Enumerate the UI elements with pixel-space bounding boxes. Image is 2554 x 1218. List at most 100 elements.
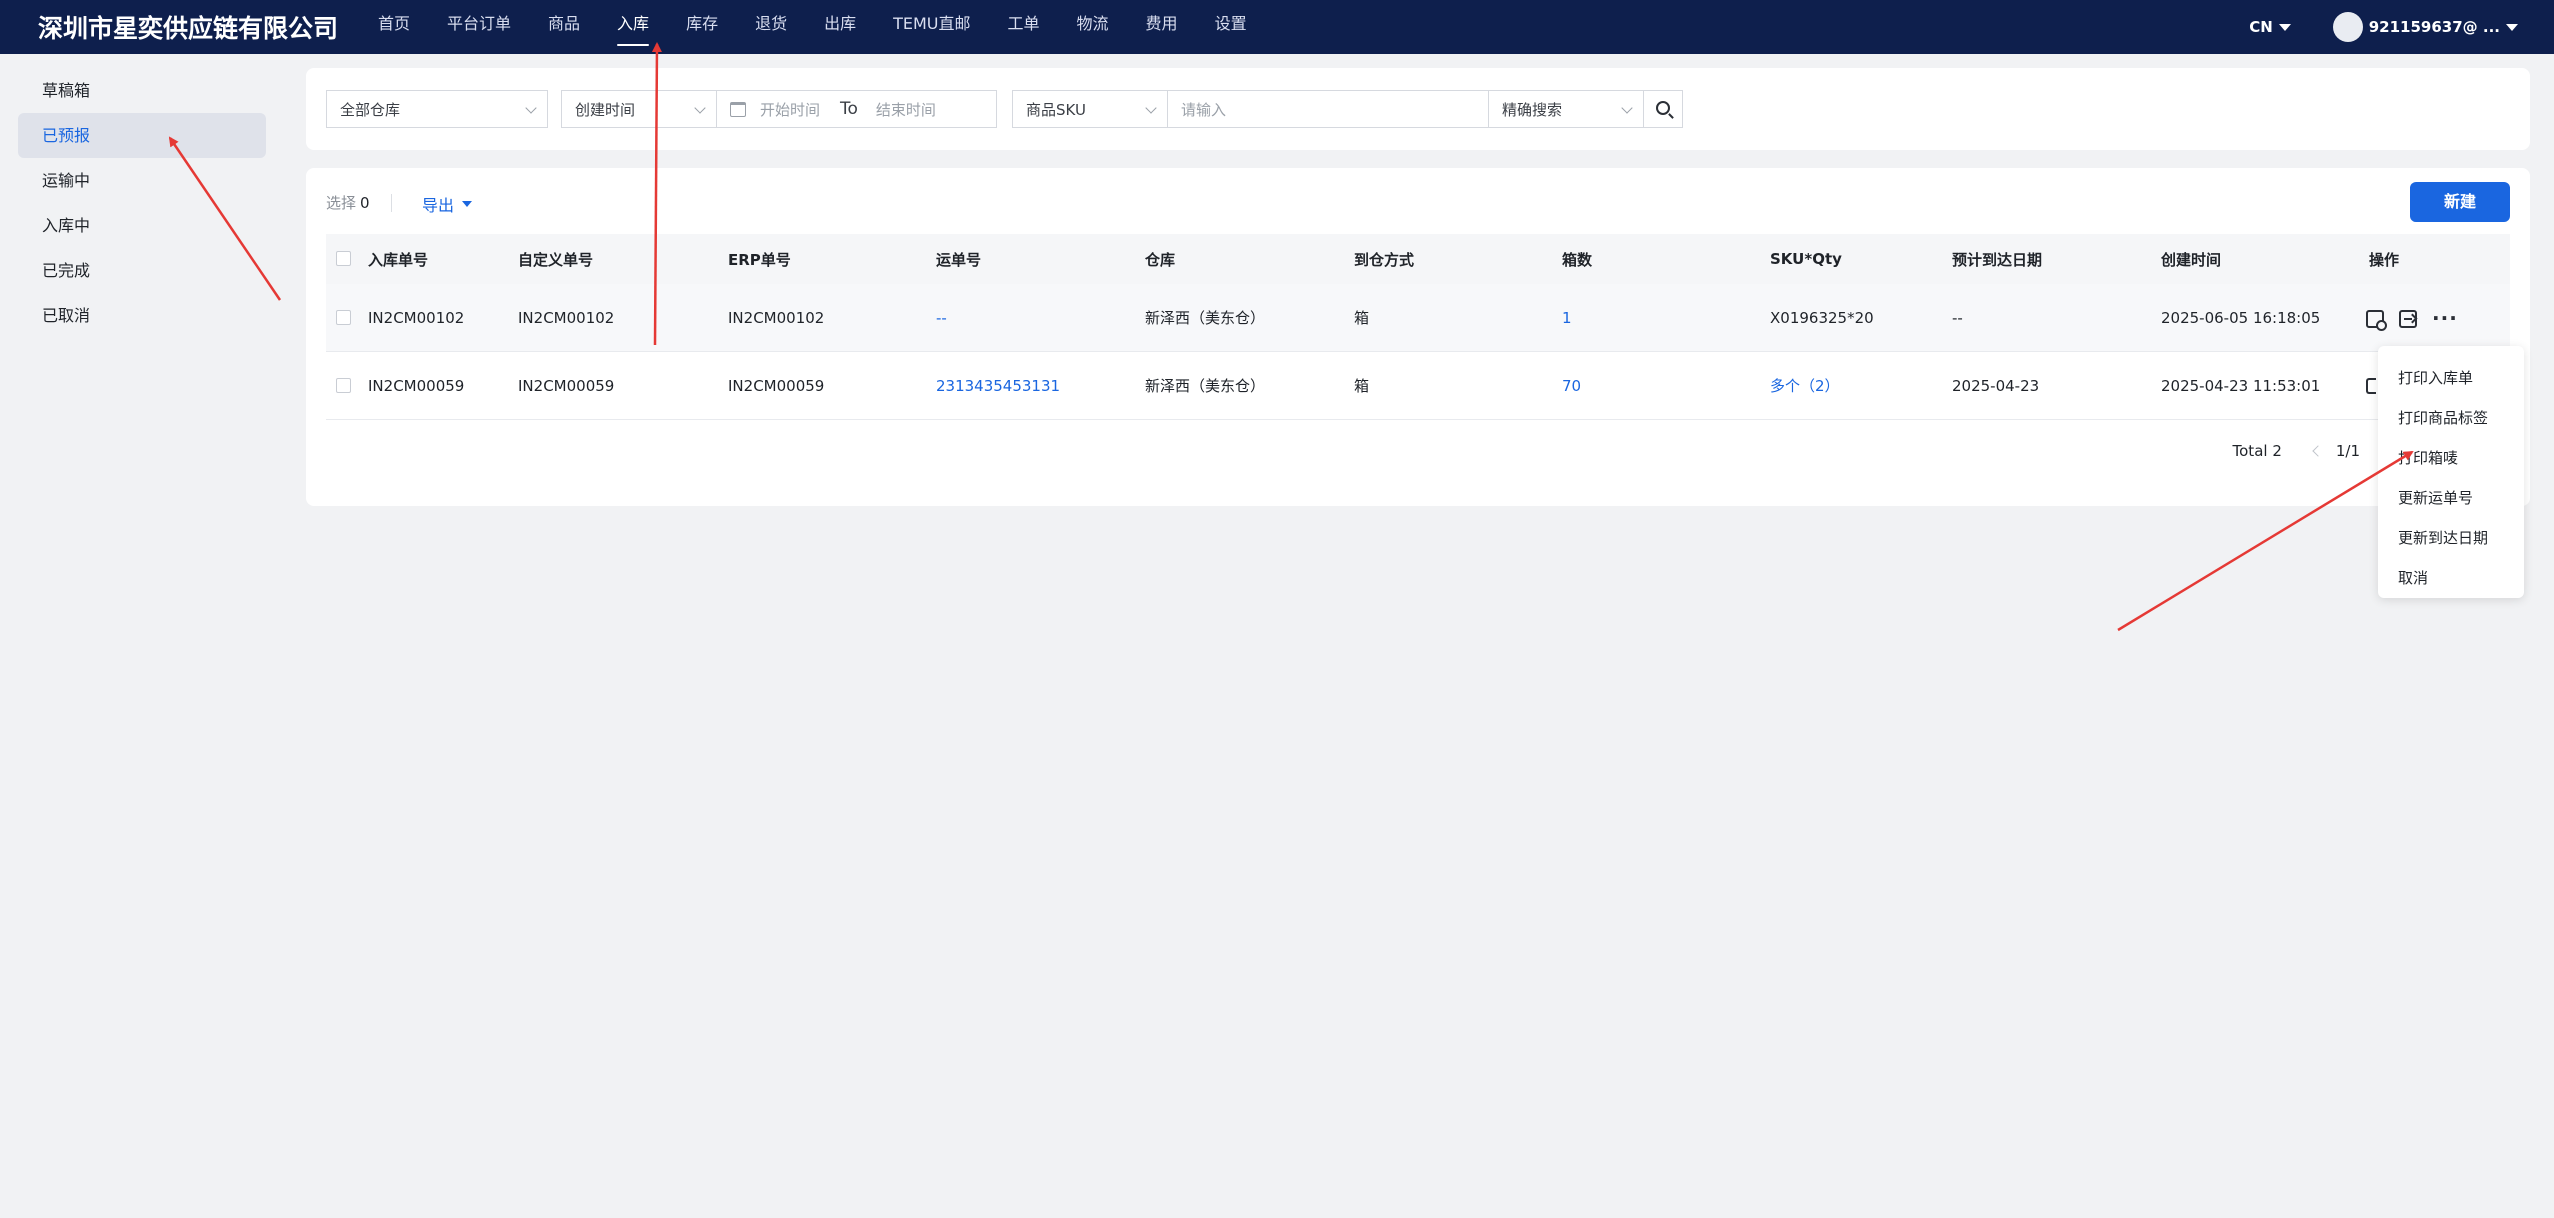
company-name: 深圳市星奕供应链有限公司	[38, 14, 339, 43]
sidebar-item-completed[interactable]: 已完成	[18, 248, 266, 293]
export-dropdown[interactable]: 导出	[422, 192, 473, 216]
erp-no: IN2CM00102	[728, 308, 825, 327]
tracking-no-link[interactable]: --	[936, 284, 947, 351]
col-erp-no: ERP单号	[728, 250, 791, 269]
erp-no: IN2CM00059	[728, 376, 825, 395]
search-mode-value: 精确搜索	[1502, 100, 1563, 119]
top-right-area: CN 921159637@ ...	[2249, 0, 2518, 54]
created-at: 2025-06-05 16:18:05	[2161, 308, 2321, 327]
time-type-select[interactable]: 创建时间	[561, 90, 717, 128]
sidebar-item-in-transit[interactable]: 运输中	[18, 158, 266, 203]
sidebar-item-receiving[interactable]: 入库中	[18, 203, 266, 248]
main-nav: 首页 平台订单 商品 入库 库存 退货 出库 TEMU直邮 工单 物流 费用 设…	[378, 0, 1284, 54]
selected-count: 选择 0	[326, 192, 370, 213]
table-row: IN2CM00059 IN2CM00059 IN2CM00059 2313435…	[326, 352, 2510, 420]
col-sku-qty: SKU*Qty	[1770, 250, 1842, 268]
col-custom-no: 自定义单号	[518, 250, 594, 269]
nav-products[interactable]: 商品	[548, 0, 580, 54]
nav-platform-orders[interactable]: 平台订单	[447, 0, 511, 54]
divider	[391, 194, 392, 212]
custom-no: IN2CM00059	[518, 376, 615, 395]
start-date-input[interactable]: 开始时间	[760, 99, 820, 120]
eta: 2025-04-23	[1952, 376, 2040, 395]
nav-logistics[interactable]: 物流	[1077, 0, 1109, 54]
search-input-placeholder: 请输入	[1181, 100, 1227, 119]
end-date-input[interactable]: 结束时间	[876, 99, 936, 120]
custom-no: IN2CM00102	[518, 308, 615, 327]
arrival-mode: 箱	[1354, 377, 1370, 395]
menu-print-inbound-order[interactable]: 打印入库单	[2378, 358, 2524, 398]
chevron-down-icon	[1621, 102, 1633, 114]
status-sidebar: 草稿箱 已预报 运输中 入库中 已完成 已取消	[18, 68, 266, 338]
user-menu[interactable]: 921159637@ ...	[2332, 12, 2518, 42]
chevron-down-icon	[694, 102, 706, 114]
menu-print-box-labels[interactable]: 打印箱唛	[2378, 438, 2524, 478]
caret-down-icon	[462, 201, 473, 207]
menu-update-tracking-no[interactable]: 更新运单号	[2378, 478, 2524, 518]
search-icon	[1656, 101, 1670, 115]
menu-print-product-labels[interactable]: 打印商品标签	[2378, 398, 2524, 438]
inbound-table-panel: 选择 0 导出 新建 入库单号 自定义单号 ERP单号 运单号 仓库 到仓方式 箱…	[306, 168, 2530, 506]
more-actions-icon[interactable]: ···	[2432, 307, 2457, 329]
prev-page-icon[interactable]	[2312, 445, 2324, 457]
sku-qty-link[interactable]: 多个（2）	[1770, 352, 1840, 419]
calendar-icon	[730, 101, 746, 117]
arrival-mode: 箱	[1354, 309, 1370, 327]
sidebar-item-cancelled[interactable]: 已取消	[18, 293, 266, 338]
sidebar-item-forecasted[interactable]: 已预报	[18, 113, 266, 158]
page-indicator: 1/1	[2335, 442, 2360, 460]
col-warehouse: 仓库	[1145, 250, 1176, 269]
inbound-no: IN2CM00102	[368, 308, 465, 327]
boxes-link[interactable]: 70	[1562, 352, 1581, 419]
row-actions: ···	[2366, 284, 2469, 351]
warehouse: 新泽西（美东仓）	[1145, 309, 1266, 327]
print-preview-icon[interactable]	[2366, 377, 2376, 394]
chevron-down-icon	[1145, 102, 1157, 114]
search-mode-select[interactable]: 精确搜索	[1488, 90, 1644, 128]
inbound-no: IN2CM00059	[368, 376, 465, 395]
selected-label: 选择	[326, 194, 357, 212]
selected-number: 0	[360, 194, 370, 212]
search-button[interactable]	[1643, 90, 1683, 128]
eta: --	[1952, 308, 1963, 327]
avatar	[2332, 12, 2363, 42]
table-row: IN2CM00102 IN2CM00102 IN2CM00102 -- 新泽西（…	[326, 284, 2510, 352]
filter-panel: 全部仓库 创建时间 开始时间 To 结束时间 商品SKU 请输入 精确搜索	[306, 68, 2530, 150]
menu-cancel[interactable]: 取消	[2378, 558, 2524, 598]
nav-outbound[interactable]: 出库	[824, 0, 856, 54]
new-inbound-button[interactable]: 新建	[2410, 182, 2510, 222]
col-tracking-no: 运单号	[936, 250, 982, 269]
search-field-value: 商品SKU	[1026, 100, 1086, 119]
submit-inbound-icon[interactable]	[2399, 309, 2417, 328]
nav-work-orders[interactable]: 工单	[1008, 0, 1040, 54]
table-header: 入库单号 自定义单号 ERP单号 运单号 仓库 到仓方式 箱数 SKU*Qty …	[326, 234, 2510, 284]
nav-fees[interactable]: 费用	[1146, 0, 1178, 54]
print-preview-icon[interactable]	[2366, 309, 2387, 331]
created-at: 2025-04-23 11:53:01	[2161, 376, 2321, 395]
row-checkbox[interactable]	[336, 377, 351, 393]
col-actions: 操作	[2369, 250, 2400, 269]
row-checkbox[interactable]	[336, 309, 351, 325]
col-created-at: 创建时间	[2161, 250, 2222, 269]
nav-temu-direct[interactable]: TEMU直邮	[893, 0, 970, 54]
language-switcher[interactable]: CN	[2249, 18, 2291, 36]
boxes-link[interactable]: 1	[1562, 284, 1572, 351]
search-field-select[interactable]: 商品SKU	[1012, 90, 1168, 128]
total-count: Total 2	[2232, 442, 2282, 460]
select-all-checkbox[interactable]	[336, 251, 351, 266]
menu-update-eta[interactable]: 更新到达日期	[2378, 518, 2524, 558]
warehouse-select[interactable]: 全部仓库	[326, 90, 548, 128]
sidebar-item-drafts[interactable]: 草稿箱	[18, 68, 266, 113]
tracking-no-link[interactable]: 2313435453131	[936, 352, 1060, 419]
nav-inventory[interactable]: 库存	[686, 0, 718, 54]
col-inbound-no: 入库单号	[368, 250, 429, 269]
date-range-picker[interactable]: 开始时间 To 结束时间	[716, 90, 997, 128]
nav-home[interactable]: 首页	[378, 0, 410, 54]
nav-settings[interactable]: 设置	[1215, 0, 1247, 54]
search-input[interactable]: 请输入	[1167, 90, 1489, 128]
top-nav-bar: 深圳市星奕供应链有限公司 首页 平台订单 商品 入库 库存 退货 出库 TEMU…	[0, 0, 2554, 54]
nav-returns[interactable]: 退货	[755, 0, 787, 54]
nav-inbound[interactable]: 入库	[617, 0, 650, 54]
col-boxes: 箱数	[1562, 250, 1593, 269]
time-type-value: 创建时间	[575, 100, 636, 119]
